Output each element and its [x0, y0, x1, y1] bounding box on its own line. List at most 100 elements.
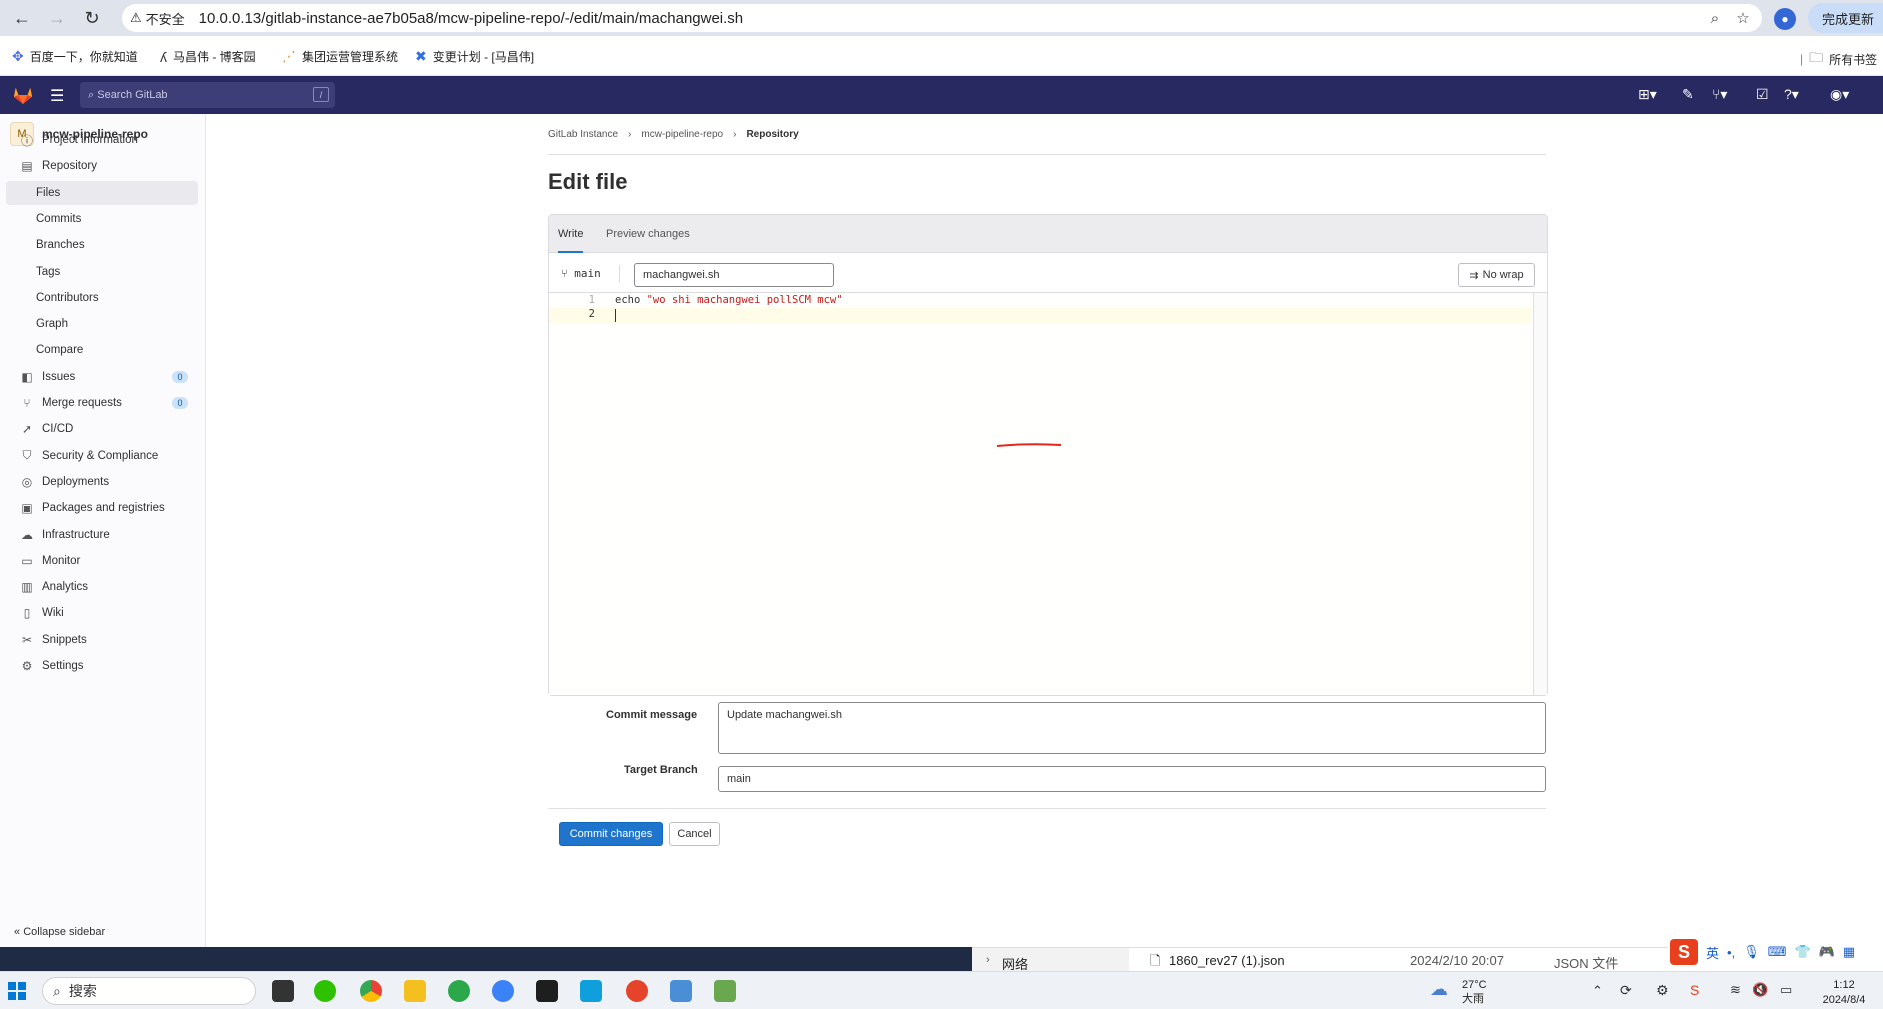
menu-icon[interactable]: ☰: [50, 86, 64, 106]
url-text[interactable]: 10.0.0.13/gitlab-instance-ae7b05a8/mcw-p…: [199, 10, 743, 27]
battery-icon[interactable]: ▭: [1780, 982, 1792, 998]
zoom-icon[interactable]: ⌕: [1704, 8, 1726, 28]
merge-requests-topbar-icon[interactable]: ⑂▾: [1712, 86, 1727, 103]
profile-icon[interactable]: ●: [1774, 8, 1796, 30]
sidebar-item-analytics[interactable]: ▥ Analytics: [6, 575, 198, 599]
sidebar-item-infrastructure[interactable]: ☁ Infrastructure: [6, 523, 198, 547]
sidebar-item-merge-requests[interactable]: ⑂ Merge requests 0: [6, 391, 198, 415]
file-explorer-icon[interactable]: [404, 980, 426, 1002]
sidebar-item-label: Wiki: [42, 607, 64, 620]
breadcrumb-project[interactable]: mcw-pipeline-repo: [641, 129, 723, 140]
baidu-netdisk-icon[interactable]: [492, 980, 514, 1002]
game-icon[interactable]: 🎮: [1819, 944, 1835, 960]
taskbar-search[interactable]: ⌕ 搜索: [42, 977, 256, 1005]
security-warning[interactable]: ⚠ 不安全: [130, 9, 195, 28]
commit-changes-button[interactable]: Commit changes: [559, 822, 663, 846]
weather-temp: 27°C: [1462, 979, 1487, 991]
gitlab-logo-icon[interactable]: [12, 85, 34, 105]
volume-muted-icon[interactable]: 🔇: [1752, 982, 1768, 998]
wifi-icon[interactable]: ≋: [1730, 982, 1741, 998]
sogou-tray-icon[interactable]: S: [1690, 982, 1699, 998]
back-icon[interactable]: ←: [10, 6, 34, 30]
file-name-input[interactable]: machangwei.sh: [634, 263, 834, 287]
breadcrumb-instance[interactable]: GitLab Instance: [548, 129, 618, 140]
omnibox[interactable]: ⚠ 不安全 10.0.0.13/gitlab-instance-ae7b05a8/…: [122, 4, 1762, 32]
keyboard-icon[interactable]: ⌨: [1768, 944, 1787, 960]
chart-app-icon[interactable]: [670, 980, 692, 1002]
help-icon[interactable]: ?▾: [1784, 86, 1799, 103]
sidebar-item-security-compliance[interactable]: ⛉ Security & Compliance: [6, 444, 198, 468]
chrome-icon[interactable]: [360, 980, 382, 1002]
collapse-sidebar-button[interactable]: « Collapse sidebar: [14, 926, 105, 938]
todos-icon[interactable]: ☑: [1756, 86, 1769, 103]
reload-icon[interactable]: ↻: [80, 6, 104, 30]
sidebar-item-project-information[interactable]: ⓘ Project information: [6, 128, 198, 152]
all-bookmarks[interactable]: | 🗀 所有书签: [1800, 47, 1877, 71]
windows-start-icon[interactable]: [8, 982, 26, 1000]
editor-scrollbar[interactable]: [1533, 293, 1547, 695]
code-area[interactable]: 1 echo "wo shi machangwei pollSCM mcw" 2: [549, 293, 1532, 695]
sidebar-item-label: Graph: [36, 318, 68, 331]
sidebar-item-label: Commits: [36, 212, 82, 225]
microphone-icon[interactable]: 🎙: [1743, 944, 1760, 960]
target-branch-input[interactable]: main: [718, 766, 1546, 792]
tab-write[interactable]: Write: [558, 228, 584, 253]
explorer-file-name[interactable]: 1860_rev27 (1).json: [1169, 953, 1285, 968]
bookmark-baidu[interactable]: ✥ 百度一下，你就知道: [12, 48, 138, 65]
ime-language[interactable]: 英: [1706, 943, 1719, 962]
skin-icon[interactable]: 👕: [1794, 944, 1810, 960]
wechat-icon[interactable]: [314, 980, 336, 1002]
sidebar-item-tags[interactable]: Tags: [6, 260, 198, 284]
sidebar-item-packages-and-registries[interactable]: ▣ Packages and registries: [6, 496, 198, 520]
tab-preview-changes[interactable]: Preview changes: [606, 228, 690, 240]
package-icon: ▣: [21, 501, 33, 516]
sidebar-item-graph[interactable]: Graph: [6, 312, 198, 336]
forward-icon[interactable]: →: [45, 6, 69, 30]
terminal-icon[interactable]: [536, 980, 558, 1002]
sidebar-item-wiki[interactable]: ▯ Wiki: [6, 601, 198, 625]
no-wrap-button[interactable]: ⇉ No wrap: [1458, 263, 1535, 287]
bookmark-ops[interactable]: ⋰ 集团运营管理系统: [282, 48, 398, 65]
bookmark-change-plan[interactable]: ✖ 变更计划 - [马昌伟]: [415, 48, 534, 65]
bookmark-cnblogs[interactable]: ʎ 马昌伟 - 博客园: [160, 48, 256, 65]
line-number: 2: [588, 308, 595, 320]
sidebar-item-compare[interactable]: Compare: [6, 338, 198, 362]
toolbox-icon[interactable]: ▦: [1843, 944, 1855, 960]
clock-date: 2024/8/4: [1822, 994, 1866, 1006]
sync-icon[interactable]: ⟳: [1620, 982, 1632, 999]
sogou-ime-icon[interactable]: S: [1670, 939, 1698, 965]
sidebar-item-monitor[interactable]: ▭ Monitor: [6, 549, 198, 573]
ime-punctuation[interactable]: •,: [1727, 945, 1735, 960]
chevron-right-icon: ›: [986, 954, 990, 966]
sidebar-item-contributors[interactable]: Contributors: [6, 286, 198, 310]
app-red-icon[interactable]: [626, 980, 648, 1002]
sidebar-item-ci-cd[interactable]: ➚ CI/CD: [6, 417, 198, 441]
sidebar-item-branches[interactable]: Branches: [6, 233, 198, 257]
sidebar-item-snippets[interactable]: ✂ Snippets: [6, 628, 198, 652]
screenshot-tool-icon[interactable]: [580, 980, 602, 1002]
breadcrumb-repository[interactable]: Repository: [746, 129, 798, 140]
cancel-button[interactable]: Cancel: [669, 822, 720, 846]
sidebar-item-deployments[interactable]: ◎ Deployments: [6, 470, 198, 494]
browser-e-icon[interactable]: [448, 980, 470, 1002]
commit-message-input[interactable]: Update machangwei.sh: [718, 702, 1546, 754]
weather-widget[interactable]: ☁ 27°C 大雨: [1430, 978, 1487, 1006]
create-new-icon[interactable]: ⊞▾: [1638, 86, 1657, 103]
issues-topbar-icon[interactable]: ✎: [1682, 86, 1694, 103]
chevron-up-icon[interactable]: ⌃: [1592, 983, 1603, 999]
update-button[interactable]: 完成更新: [1808, 3, 1883, 33]
sidebar-item-commits[interactable]: Commits: [6, 207, 198, 231]
tray-app-icon[interactable]: ⚙: [1656, 982, 1669, 999]
star-icon[interactable]: ☆: [1732, 8, 1754, 28]
notes-app-icon[interactable]: [714, 980, 736, 1002]
change-plan-icon: ✖: [415, 48, 427, 64]
sidebar-item-settings[interactable]: ⚙ Settings: [6, 654, 198, 678]
search-input[interactable]: ⌕ Search GitLab /: [80, 82, 335, 108]
sidebar-item-issues[interactable]: ◧ Issues 0: [6, 365, 198, 389]
task-view-icon[interactable]: [272, 980, 294, 1002]
sidebar-item-files[interactable]: Files: [6, 180, 198, 205]
user-avatar-icon[interactable]: ◉▾: [1830, 86, 1849, 103]
chart-icon: ▥: [21, 580, 33, 595]
taskbar-clock[interactable]: 1:12 2024/8/4: [1808, 978, 1880, 1008]
sidebar-item-repository[interactable]: ▤ Repository: [6, 154, 198, 178]
